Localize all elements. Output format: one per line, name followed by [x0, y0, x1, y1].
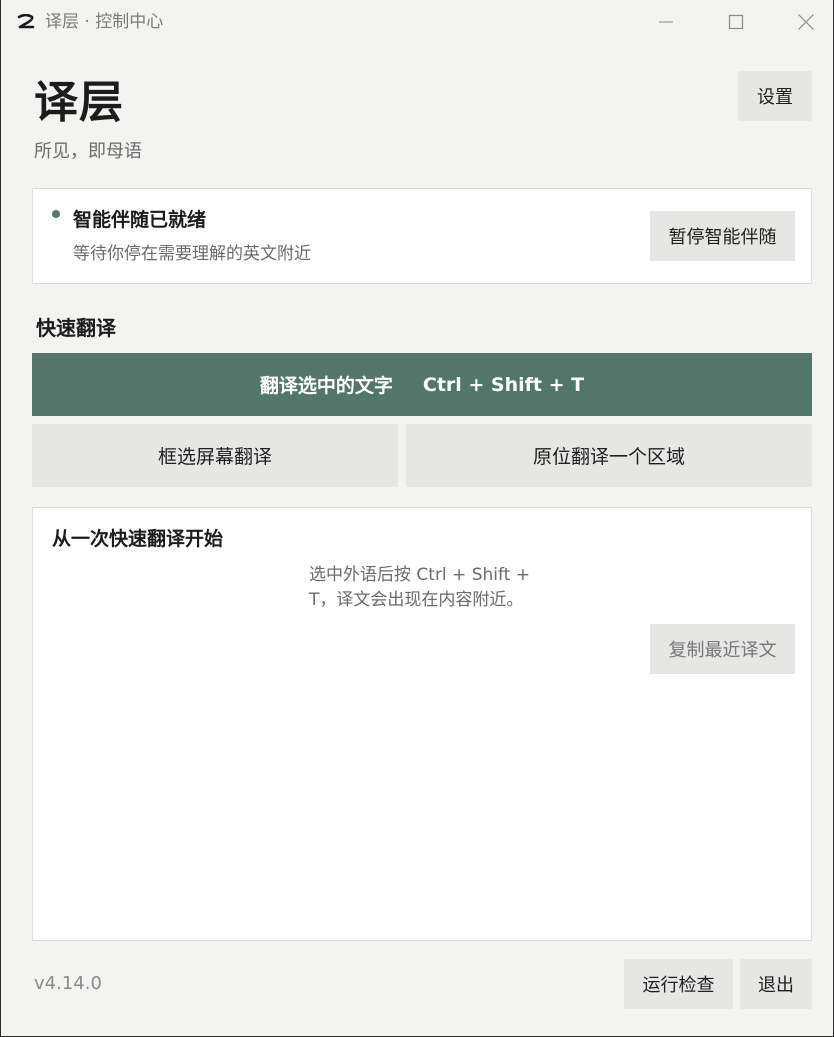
- minimize-icon: [659, 21, 673, 23]
- app-logo-icon: [17, 14, 35, 29]
- maximize-icon: [728, 14, 744, 30]
- maximize-button[interactable]: [713, 0, 759, 44]
- exit-button[interactable]: 退出: [740, 959, 812, 1009]
- pause-companion-button[interactable]: 暂停智能伴随: [650, 211, 795, 261]
- app-window: 译层 · 控制中心 译层 所见，即母语 设置 智能伴随已就绪 等待你停在需要理解…: [0, 0, 834, 1037]
- box-select-translate-button[interactable]: 框选屏幕翻译: [32, 424, 398, 487]
- run-check-button[interactable]: 运行检查: [624, 959, 733, 1009]
- version-label: v4.14.0: [34, 973, 102, 994]
- status-description: 等待你停在需要理解的英文附近: [73, 244, 311, 264]
- recent-translation-panel: 从一次快速翻译开始 选中外语后按 Ctrl + Shift + T，译文会出现在…: [32, 507, 812, 941]
- status-card: 智能伴随已就绪 等待你停在需要理解的英文附近 暂停智能伴随: [32, 188, 812, 284]
- page-subtitle: 所见，即母语: [34, 141, 142, 162]
- in-place-translate-button[interactable]: 原位翻译一个区域: [406, 424, 812, 487]
- page-title: 译层: [34, 77, 124, 128]
- close-button[interactable]: [783, 0, 829, 44]
- translate-selection-label: 翻译选中的文字: [259, 375, 393, 397]
- close-icon: [798, 14, 814, 30]
- translate-selection-shortcut: Ctrl + Shift + T: [422, 373, 585, 396]
- recent-hint: 选中外语后按 Ctrl + Shift + T，译文会出现在内容附近。: [309, 565, 530, 610]
- minimize-button[interactable]: [643, 0, 689, 44]
- window-title: 译层 · 控制中心: [45, 12, 164, 32]
- recent-title: 从一次快速翻译开始: [52, 528, 224, 550]
- settings-button[interactable]: 设置: [738, 71, 812, 121]
- quick-translate-heading: 快速翻译: [36, 316, 116, 340]
- status-indicator-dot: [52, 210, 60, 218]
- title-bar[interactable]: 译层 · 控制中心: [1, 0, 833, 44]
- copy-recent-translation-button[interactable]: 复制最近译文: [650, 624, 795, 674]
- translate-selection-button[interactable]: 翻译选中的文字 Ctrl + Shift + T: [32, 353, 812, 416]
- status-title: 智能伴随已就绪: [73, 209, 207, 231]
